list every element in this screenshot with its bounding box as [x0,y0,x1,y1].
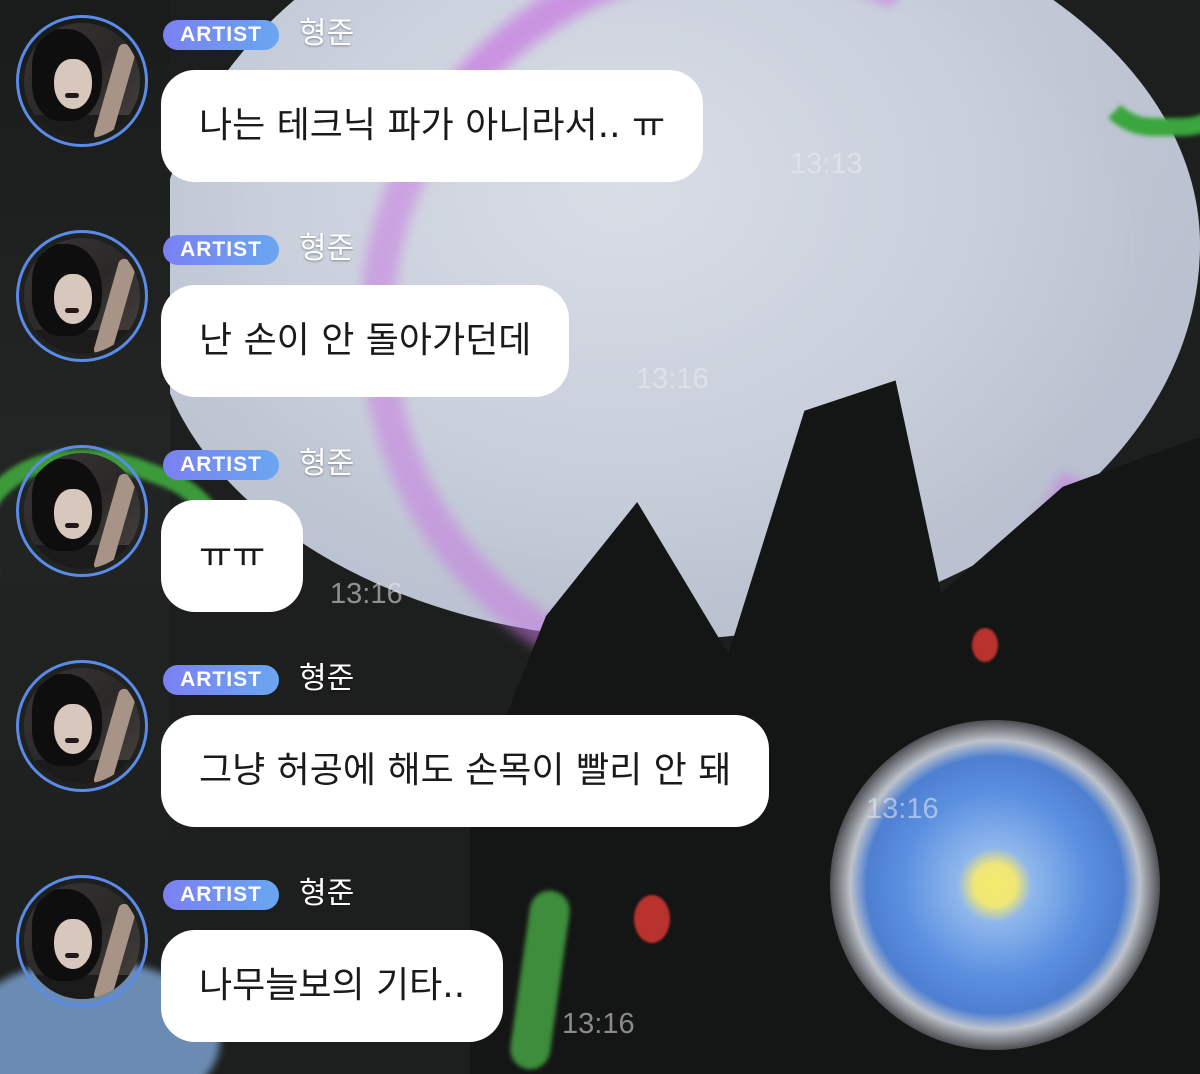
message-timestamp: 13:16 [330,578,403,610]
avatar-photo [24,883,140,999]
chat-message: ARTIST 형준 나무늘보의 기타.. 13:16 [0,860,1200,1060]
avatar[interactable] [16,445,148,577]
chat-message: ARTIST 형준 그냥 허공에 해도 손목이 빨리 안 돼 13:16 [0,645,1200,845]
avatar-photo [24,23,140,139]
message-timestamp: 13:16 [866,793,939,825]
artist-badge: ARTIST [163,235,279,265]
avatar[interactable] [16,875,148,1007]
avatar-photo [24,238,140,354]
message-timestamp: 13:16 [562,1008,635,1040]
sender-name[interactable]: 형준 [299,229,354,269]
artist-badge: ARTIST [163,450,279,480]
chat-message: ARTIST 형준 난 손이 안 돌아가던데 13:16 [0,215,1200,415]
chat-message-list[interactable]: ARTIST 형준 나는 테크닉 파가 아니라서.. ㅠ 13:13 ARTIS… [0,0,1200,1074]
artist-badge: ARTIST [163,880,279,910]
chat-message: ARTIST 형준 나는 테크닉 파가 아니라서.. ㅠ 13:13 [0,0,1200,200]
message-bubble[interactable]: 나는 테크닉 파가 아니라서.. ㅠ [161,70,704,182]
avatar[interactable] [16,230,148,362]
chat-message: ARTIST 형준 ㅠㅠ 13:16 [0,430,1200,630]
avatar-photo [24,668,140,784]
avatar[interactable] [16,660,148,792]
sender-name[interactable]: 형준 [299,874,354,914]
message-bubble[interactable]: 그냥 허공에 해도 손목이 빨리 안 돼 [161,715,770,827]
sender-name[interactable]: 형준 [299,444,354,484]
sender-name[interactable]: 형준 [299,14,354,54]
message-bubble[interactable]: ㅠㅠ [161,500,304,612]
sender-name[interactable]: 형준 [299,659,354,699]
message-bubble[interactable]: 난 손이 안 돌아가던데 [161,285,570,397]
message-timestamp: 13:13 [790,148,863,180]
artist-badge: ARTIST [163,665,279,695]
avatar-photo [24,453,140,569]
artist-badge: ARTIST [163,20,279,50]
avatar[interactable] [16,15,148,147]
message-timestamp: 13:16 [636,363,709,395]
message-bubble[interactable]: 나무늘보의 기타.. [161,930,504,1042]
